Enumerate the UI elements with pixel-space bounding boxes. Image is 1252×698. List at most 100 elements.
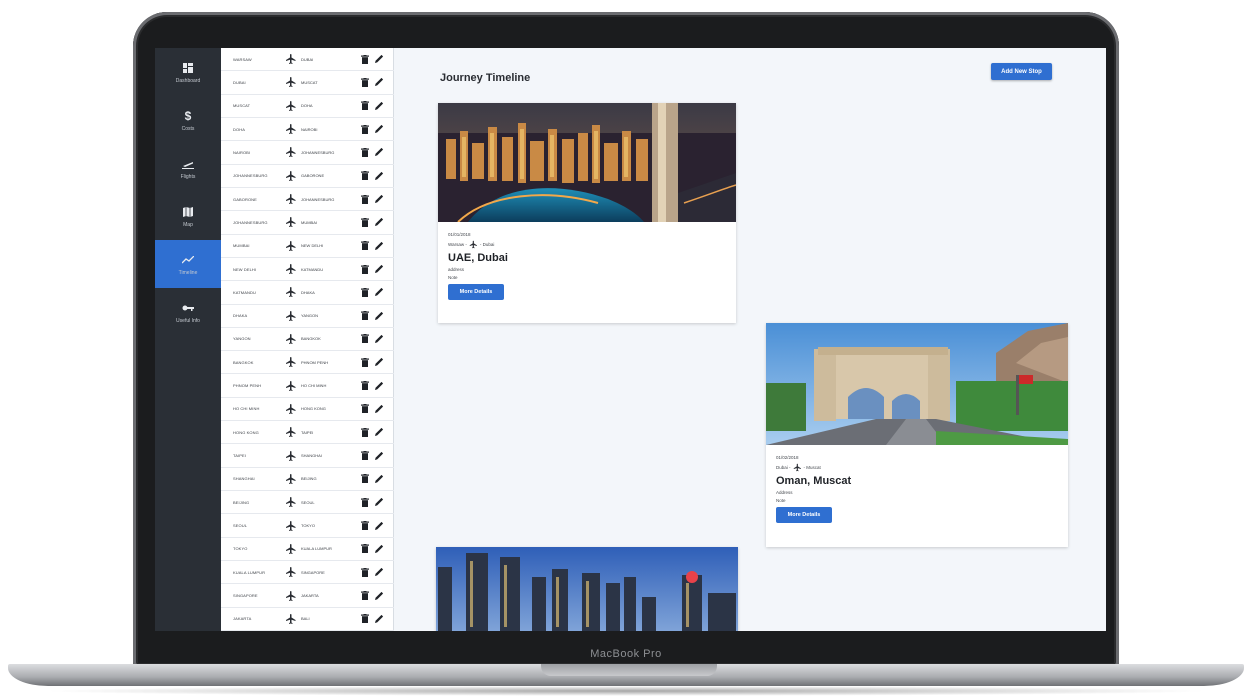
- pencil-icon[interactable]: [374, 357, 384, 367]
- plane-icon: [286, 520, 296, 531]
- pencil-icon[interactable]: [374, 381, 384, 391]
- stop-from: JAKARTA: [233, 616, 252, 622]
- stop-row[interactable]: TAIPEI SHANGHAI: [221, 444, 394, 468]
- trash-icon[interactable]: [361, 404, 369, 414]
- laptop-notch: [541, 664, 717, 676]
- pencil-icon[interactable]: [374, 77, 384, 87]
- stop-row[interactable]: SEOUL TOKYO: [221, 514, 394, 538]
- stop-row[interactable]: HONG KONG TAIPEI: [221, 421, 394, 445]
- stop-to: YANGON: [301, 313, 319, 319]
- pencil-icon[interactable]: [374, 54, 384, 64]
- stop-row[interactable]: KATMANDU DHAKA: [221, 281, 394, 305]
- nav-item-map[interactable]: Map: [155, 192, 221, 240]
- pencil-icon[interactable]: [374, 474, 384, 484]
- pencil-icon[interactable]: [374, 241, 384, 251]
- stop-from: DUBAI: [233, 79, 246, 85]
- stop-row[interactable]: YANGON BANGKOK: [221, 328, 394, 352]
- pencil-icon[interactable]: [374, 451, 384, 461]
- pencil-icon[interactable]: [374, 567, 384, 577]
- stop-row[interactable]: PHNOM PENH HO CHI MINH: [221, 374, 394, 398]
- stop-row[interactable]: HO CHI MINH HONG KONG: [221, 398, 394, 422]
- more-details-button[interactable]: More Details: [448, 284, 504, 300]
- pencil-icon[interactable]: [374, 404, 384, 414]
- stop-row[interactable]: NEW DELHI KATMANDU: [221, 258, 394, 282]
- pencil-icon[interactable]: [374, 427, 384, 437]
- pencil-icon[interactable]: [374, 334, 384, 344]
- trash-icon[interactable]: [361, 521, 369, 531]
- trash-icon[interactable]: [361, 451, 369, 461]
- pencil-icon[interactable]: [374, 544, 384, 554]
- nav-item-useful-info[interactable]: Useful Info: [155, 288, 221, 336]
- stop-row[interactable]: NAIROBI JOHANNESBURG: [221, 141, 394, 165]
- stop-row[interactable]: BANGKOK PHNOM PENH: [221, 351, 394, 375]
- trash-icon[interactable]: [361, 147, 369, 157]
- trash-icon[interactable]: [361, 241, 369, 251]
- trash-icon[interactable]: [361, 217, 369, 227]
- stop-row[interactable]: JOHANNESBURG GABORONE: [221, 165, 394, 188]
- stop-row[interactable]: TOKYO KUALA LUMPUR: [221, 538, 394, 562]
- nav-item-dashboard[interactable]: Dashboard: [155, 48, 221, 96]
- stop-row[interactable]: BEIJING SEOUL: [221, 491, 394, 515]
- pencil-icon[interactable]: [374, 194, 384, 204]
- pencil-icon[interactable]: [374, 101, 384, 111]
- pencil-icon[interactable]: [374, 614, 384, 624]
- pencil-icon[interactable]: [374, 497, 384, 507]
- trash-icon[interactable]: [361, 194, 369, 204]
- trash-icon[interactable]: [361, 544, 369, 554]
- card-address: Address: [776, 490, 793, 495]
- stop-row[interactable]: JAKARTA BALI: [221, 608, 394, 631]
- trash-icon[interactable]: [361, 171, 369, 181]
- pencil-icon[interactable]: [374, 287, 384, 297]
- trash-icon[interactable]: [361, 334, 369, 344]
- trash-icon[interactable]: [361, 427, 369, 437]
- trash-icon[interactable]: [361, 287, 369, 297]
- pencil-icon[interactable]: [374, 311, 384, 321]
- pencil-icon[interactable]: [374, 171, 384, 181]
- stop-row[interactable]: WARSAW DUBAI: [221, 48, 394, 72]
- plane-icon: [286, 194, 296, 205]
- pencil-icon[interactable]: [374, 147, 384, 157]
- trash-icon[interactable]: [361, 474, 369, 484]
- nav-item-flights[interactable]: Flights: [155, 144, 221, 192]
- dashboard-icon: [181, 61, 195, 75]
- add-new-stop-button[interactable]: Add New Stop: [991, 63, 1052, 80]
- stop-row[interactable]: SINGAPORE JAKARTA: [221, 584, 394, 608]
- pencil-icon[interactable]: [374, 591, 384, 601]
- stop-row[interactable]: GABORONE JOHANNESBURG: [221, 188, 394, 212]
- nav-label: Timeline: [178, 269, 198, 276]
- stop-row[interactable]: SHANGHAI BEIJING: [221, 468, 394, 492]
- pencil-icon[interactable]: [374, 217, 384, 227]
- pencil-icon[interactable]: [374, 124, 384, 134]
- stop-row[interactable]: DOHA NAIROBI: [221, 118, 394, 142]
- plane-icon: [286, 543, 296, 554]
- trash-icon[interactable]: [361, 497, 369, 507]
- stop-row[interactable]: DUBAI MUSCAT: [221, 71, 394, 95]
- trash-icon[interactable]: [361, 77, 369, 87]
- stop-row[interactable]: MUSCAT DOHA: [221, 95, 394, 118]
- trash-icon[interactable]: [361, 381, 369, 391]
- trash-icon[interactable]: [361, 567, 369, 577]
- trash-icon[interactable]: [361, 591, 369, 601]
- stop-row[interactable]: DHAKA YANGON: [221, 305, 394, 328]
- pencil-icon[interactable]: [374, 264, 384, 274]
- stop-from: PHNOM PENH: [233, 383, 262, 389]
- nav-item-timeline[interactable]: Timeline: [155, 240, 221, 288]
- trash-icon[interactable]: [361, 124, 369, 134]
- pencil-icon[interactable]: [374, 521, 384, 531]
- trash-icon[interactable]: [361, 357, 369, 367]
- stop-to: HO CHI MINH: [301, 383, 327, 389]
- stop-row[interactable]: KUALA LUMPUR SINGAPORE: [221, 561, 394, 585]
- trash-icon[interactable]: [361, 101, 369, 111]
- trash-icon[interactable]: [361, 264, 369, 274]
- trash-icon[interactable]: [361, 311, 369, 321]
- trash-icon[interactable]: [361, 614, 369, 624]
- stop-to: DOHA: [301, 103, 313, 109]
- more-details-button[interactable]: More Details: [776, 507, 832, 523]
- stop-row[interactable]: MUMBAI NEW DELHI: [221, 235, 394, 258]
- trend-icon: [181, 253, 195, 267]
- nav-item-costs[interactable]: $ Costs: [155, 96, 221, 144]
- plane-icon: [286, 54, 296, 65]
- trash-icon[interactable]: [361, 54, 369, 64]
- stop-row[interactable]: JOHANNESBURG MUMBAI: [221, 211, 394, 235]
- main-content: Journey Timeline Add New Stop 01/01/2018…: [394, 48, 1106, 631]
